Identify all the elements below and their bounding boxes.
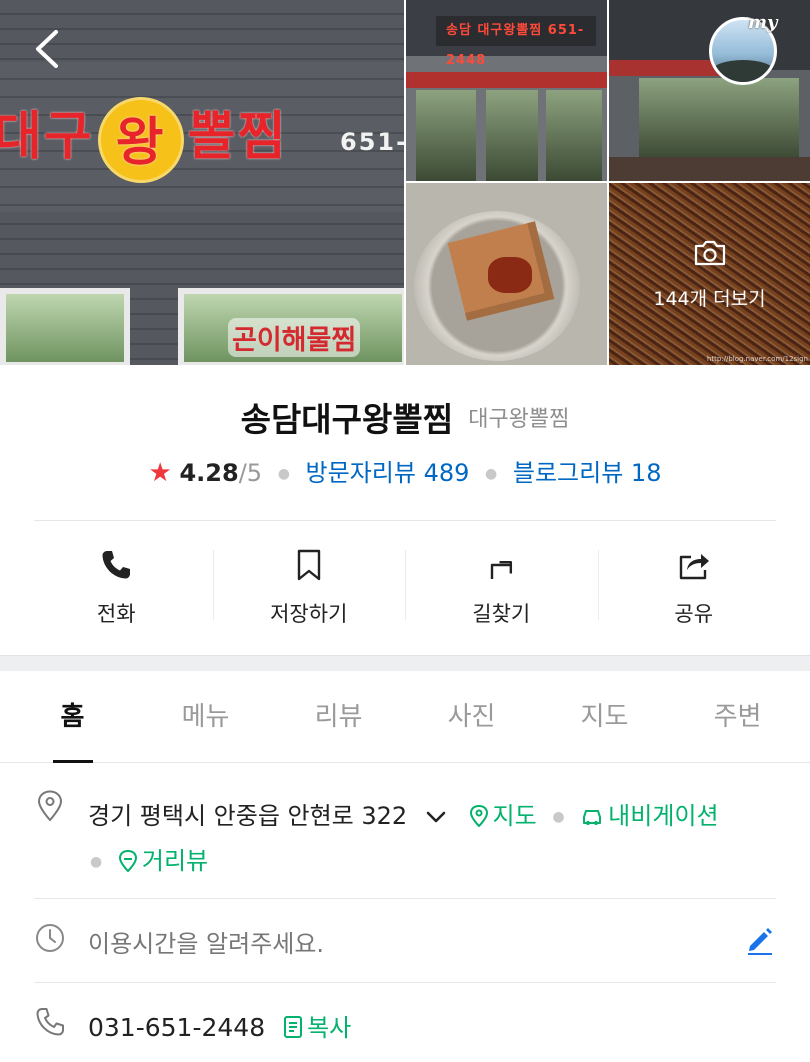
- phone-number[interactable]: 031-651-2448: [88, 1013, 265, 1042]
- address-text: 경기 평택시 안중읍 안현로 322: [88, 802, 408, 830]
- separator-dot: ●: [90, 854, 103, 870]
- clock-icon: [36, 924, 64, 952]
- map-link-label: 지도: [492, 802, 537, 830]
- separator-dot: ●: [277, 466, 290, 482]
- address-line: 경기 평택시 안중읍 안현로 322 지도 ● 내비게이션: [88, 796, 719, 831]
- divider: [34, 898, 776, 899]
- photo-gallery: 대구 왕 뽈찜 651- 곤이해물찜 송담 대구왕뽈찜 651-2448 144개 …: [0, 0, 810, 365]
- rating-max: /5: [238, 459, 263, 487]
- directions-button[interactable]: 길찾기: [405, 540, 598, 640]
- hours-placeholder[interactable]: 이용시간을 알려주세요.: [88, 924, 324, 959]
- visitor-review-link[interactable]: 방문자리뷰 489: [306, 459, 470, 487]
- deck: [609, 157, 810, 181]
- tab-bar: 홈 메뉴 리뷰 사진 지도 주변: [0, 671, 810, 763]
- photo-thumbnail-exterior[interactable]: [609, 0, 810, 181]
- call-label: 전화: [96, 602, 136, 626]
- phone-outline-icon: [36, 1008, 64, 1036]
- storefront-sign: 대구 왕 뽈찜: [0, 94, 287, 183]
- sauce: [488, 257, 532, 293]
- street-view-icon: [118, 849, 137, 873]
- share-icon: [679, 554, 709, 580]
- pencil-icon[interactable]: [744, 924, 776, 956]
- photo-thumbnail-food[interactable]: [406, 183, 607, 365]
- star-icon: ★: [148, 458, 172, 488]
- directions-label: 길찾기: [472, 602, 531, 626]
- copy-icon: [284, 1016, 303, 1038]
- tab-map[interactable]: 지도: [538, 671, 671, 762]
- phone-icon: [102, 551, 131, 579]
- map-pin-icon: [469, 804, 488, 828]
- storefront-window: [0, 288, 130, 365]
- share-button[interactable]: 공유: [597, 540, 791, 640]
- store-sign: 송담 대구왕뽈찜 651-2448: [436, 16, 596, 68]
- divider: [34, 982, 776, 983]
- glass-panel: [546, 90, 602, 181]
- window-sign: 곤이해물찜: [228, 318, 361, 357]
- bookmark-icon: [297, 549, 320, 581]
- photo-thumbnail-more[interactable]: 144개 더보기 http://blog.naver.com/12sign: [609, 183, 810, 365]
- tab-menu[interactable]: 메뉴: [139, 671, 272, 762]
- tab-photos[interactable]: 사진: [405, 671, 538, 762]
- map-link[interactable]: 지도: [469, 802, 545, 830]
- tab-nearby[interactable]: 주변: [671, 671, 804, 762]
- tab-reviews[interactable]: 리뷰: [272, 671, 405, 762]
- back-arrow-icon[interactable]: [30, 28, 66, 70]
- chevron-down-icon[interactable]: [425, 810, 447, 824]
- navigation-link-label: 내비게이션: [608, 802, 719, 830]
- glass-panel: [416, 90, 476, 181]
- photo-thumbnail-storefront[interactable]: 송담 대구왕뽈찜 651-2448: [406, 0, 607, 181]
- car-icon: [583, 810, 602, 825]
- sign-text-b: 뽈찜: [187, 107, 288, 167]
- copy-label: 복사: [307, 1014, 352, 1042]
- tab-home[interactable]: 홈: [6, 671, 139, 763]
- section-gap: [0, 655, 810, 671]
- sign-text-a: 대구: [0, 107, 94, 167]
- copy-button[interactable]: 복사: [283, 1014, 351, 1042]
- sign-phone-number: 651-: [340, 128, 404, 156]
- sign-circle: 왕: [97, 97, 184, 183]
- rating-row: ★ 4.28/5 ● 방문자리뷰 489 ● 블로그리뷰 18: [0, 453, 810, 488]
- directions-icon: [491, 560, 513, 579]
- my-label: my: [748, 12, 778, 33]
- separator-dot: ●: [552, 809, 565, 825]
- photo-overlay: [609, 183, 810, 365]
- place-name: 송담대구왕뽈찜: [240, 400, 454, 439]
- street-view-link[interactable]: 거리뷰: [118, 847, 208, 875]
- photo-watermark: http://blog.naver.com/12sign: [706, 355, 808, 363]
- save-button[interactable]: 저장하기: [212, 540, 406, 640]
- place-category: 대구왕뽈찜: [468, 407, 570, 432]
- separator-dot: ●: [485, 466, 498, 482]
- phone-line: 031-651-2448 복사: [88, 1008, 351, 1043]
- blog-review-link[interactable]: 블로그리뷰 18: [513, 459, 662, 487]
- save-label: 저장하기: [270, 602, 348, 626]
- divider: [34, 520, 776, 521]
- call-button[interactable]: 전화: [20, 540, 213, 640]
- navigation-link[interactable]: 내비게이션: [580, 802, 719, 830]
- avatar-landscape: [712, 60, 774, 82]
- share-label: 공유: [674, 602, 714, 626]
- place-title-row: 송담대구왕뽈찜 대구왕뽈찜: [0, 393, 810, 441]
- camera-icon: [694, 240, 726, 266]
- glass-panel: [486, 90, 538, 181]
- awning: [406, 72, 607, 88]
- address-line-2: ● 거리뷰: [82, 841, 208, 876]
- action-bar: 전화 저장하기 길찾기 공유: [20, 540, 790, 640]
- rating-score: 4.28: [179, 459, 239, 487]
- location-pin-icon: [37, 790, 63, 822]
- more-photos-label[interactable]: 144개 더보기: [609, 284, 810, 311]
- glass-panel: [639, 78, 799, 158]
- street-view-label: 거리뷰: [141, 847, 209, 875]
